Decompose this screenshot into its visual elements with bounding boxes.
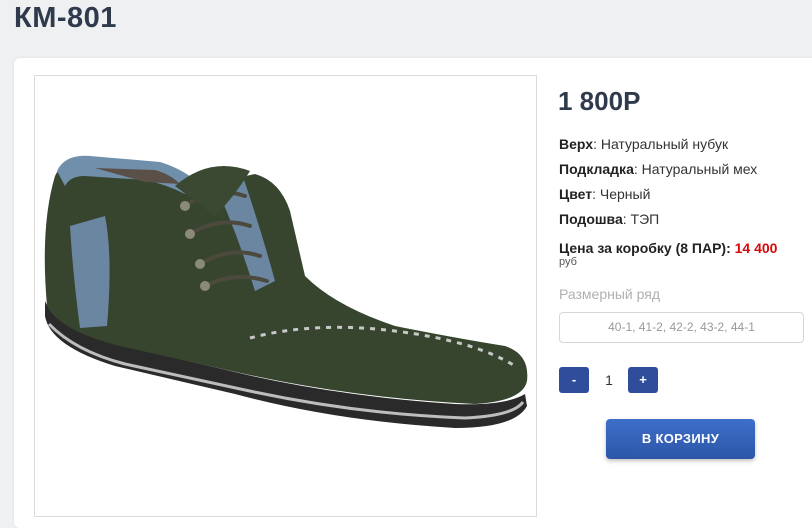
quantity-input[interactable]: 1 xyxy=(592,367,626,393)
page-title: КМ-801 xyxy=(14,2,117,34)
spec-label: Верх xyxy=(559,136,594,152)
spec-color: Цвет: Черный xyxy=(559,184,757,209)
spec-label: Подошва xyxy=(559,211,623,227)
spec-list: Верх: Натуральный нубук Подкладка: Натур… xyxy=(559,134,757,234)
add-to-cart-button[interactable]: В КОРЗИНУ xyxy=(606,419,755,459)
spec-value: : Черный xyxy=(592,186,651,202)
spec-value: : Натуральный мех xyxy=(633,161,758,177)
product-photo[interactable] xyxy=(34,75,537,517)
box-price-currency: руб xyxy=(559,256,577,268)
quantity-plus-button[interactable]: + xyxy=(628,367,658,393)
product-price: 1 800Р xyxy=(558,86,641,116)
spec-lining: Подкладка: Натуральный мех xyxy=(559,159,757,184)
spec-sole: Подошва: ТЭП xyxy=(559,209,757,234)
spec-label: Подкладка xyxy=(559,161,634,177)
box-price: Цена за коробку (8 ПАР): 14 400 руб xyxy=(559,240,777,268)
size-range-label: Размерный ряд xyxy=(559,286,661,302)
quantity-minus-button[interactable]: - xyxy=(559,367,589,393)
box-price-value: 14 400 xyxy=(734,240,778,256)
spec-value: : Натуральный нубук xyxy=(593,136,729,152)
box-price-label: Цена за коробку (8 ПАР): xyxy=(559,240,731,256)
size-range-field[interactable]: 40-1, 41-2, 42-2, 43-2, 44-1 xyxy=(559,312,804,343)
spec-value: : ТЭП xyxy=(622,211,660,227)
spec-label: Цвет xyxy=(559,186,593,202)
spec-upper: Верх: Натуральный нубук xyxy=(559,134,757,159)
shoe-image xyxy=(44,155,528,428)
